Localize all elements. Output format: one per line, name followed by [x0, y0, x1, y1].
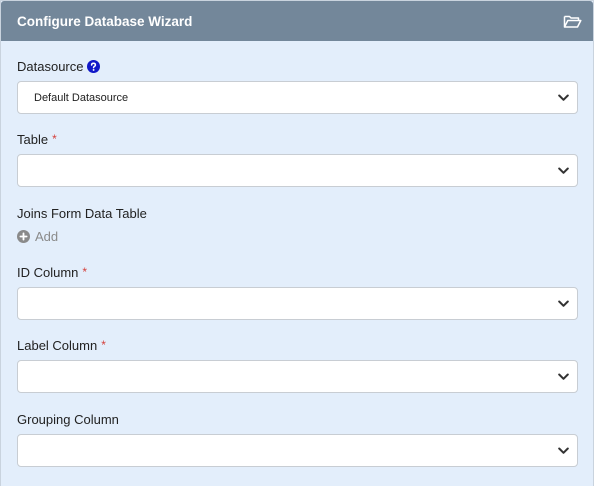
add-join-label: Add	[35, 229, 59, 244]
datasource-select[interactable]: Default Datasource	[17, 81, 578, 114]
chevron-down-icon	[557, 165, 569, 177]
id-column-label: ID Column	[17, 264, 79, 280]
folder-open-icon[interactable]	[562, 13, 582, 29]
grouping-column-label: Grouping Column	[17, 411, 119, 427]
datasource-select-value: Default Datasource	[34, 91, 129, 104]
panel-title: Configure Database Wizard	[17, 13, 193, 29]
grouping-column-field: Grouping Column	[17, 410, 578, 467]
panel-header: Configure Database Wizard	[1, 1, 593, 41]
id-column-field: ID Column *	[17, 263, 578, 320]
configure-database-wizard-panel: Configure Database Wizard Datasource Def…	[0, 0, 594, 486]
question-circle-icon[interactable]	[87, 59, 101, 73]
joins-field: Joins Form Data Table Add	[17, 204, 578, 244]
label-column-field: Label Column *	[17, 336, 578, 393]
add-join-button[interactable]: Add	[17, 229, 578, 244]
label-column-label: Label Column	[17, 337, 98, 353]
chevron-down-icon	[557, 371, 569, 383]
label-column-select[interactable]	[17, 360, 578, 393]
chevron-down-icon	[557, 92, 569, 104]
grouping-column-select[interactable]	[17, 434, 578, 467]
table-label: Table	[17, 131, 49, 147]
required-marker: *	[82, 265, 88, 279]
required-marker: *	[101, 338, 106, 352]
joins-label: Joins Form Data Table	[17, 205, 147, 221]
datasource-field: Datasource Default Datasource	[17, 57, 578, 114]
table-select[interactable]	[17, 154, 578, 187]
id-column-select[interactable]	[17, 287, 578, 320]
chevron-down-icon	[557, 298, 569, 310]
table-field: Table *	[17, 130, 578, 187]
datasource-label: Datasource	[17, 58, 84, 74]
chevron-down-icon	[557, 445, 569, 457]
plus-circle-icon	[17, 230, 30, 243]
required-marker: *	[52, 132, 57, 146]
